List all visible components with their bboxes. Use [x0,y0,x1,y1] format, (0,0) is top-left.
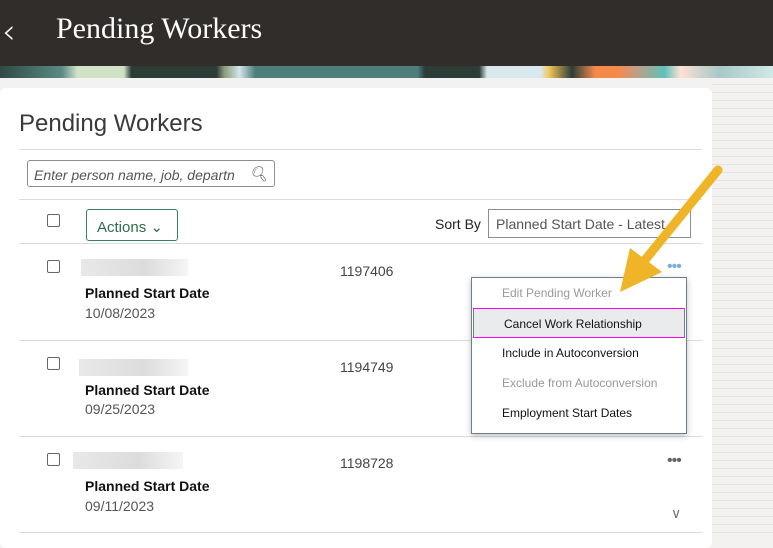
redacted-name [81,259,188,276]
chevron-down-icon[interactable]: ∨ [671,505,681,522]
search-placeholder: Enter person name, job, departn [34,167,235,183]
app-header: ‹ Pending Workers [0,0,773,66]
menu-item-employment-start-dates[interactable]: Employment Start Dates [472,398,686,428]
planned-start-date: 09/25/2023 [85,401,156,417]
divider [19,149,702,150]
annotation-arrow-icon [620,165,723,292]
more-options-icon[interactable]: ••• [667,452,682,470]
row-checkbox[interactable] [47,453,60,466]
panel-heading: Pending Workers [19,110,203,137]
background-pattern [712,78,773,540]
search-icon[interactable]: 🔍︎ [249,165,268,183]
person-number: 1197406 [340,263,394,279]
person-number: 1198728 [340,455,394,471]
date-label: Planned Start Date [85,478,210,494]
divider [19,243,702,244]
row-checkbox[interactable] [47,260,60,273]
actions-button[interactable]: Actions ⌄ [86,209,178,241]
row-actions-menu: Edit Pending Worker Cancel Work Relation… [471,277,687,434]
divider [19,199,702,200]
menu-item-exclude-from-autoconversion[interactable]: Exclude from Autoconversion [472,368,686,398]
person-number: 1194749 [340,359,394,375]
menu-item-include-in-autoconversion[interactable]: Include in Autoconversion [472,338,686,368]
redacted-name [79,359,188,376]
redacted-name [73,452,183,469]
row-checkbox[interactable] [47,357,60,370]
chevron-down-icon: ⌄ [150,219,163,236]
search-input[interactable]: Enter person name, job, departn 🔍︎ [27,160,275,187]
menu-item-cancel-work-relationship[interactable]: Cancel Work Relationship [473,308,685,338]
date-label: Planned Start Date [85,285,210,301]
planned-start-date: 10/08/2023 [85,305,156,321]
page-title: Pending Workers [56,12,263,45]
date-label: Planned Start Date [85,382,210,398]
sort-by-label: Sort By [435,216,481,232]
divider [19,436,702,437]
planned-start-date: 09/11/2023 [85,498,155,514]
divider [19,532,702,533]
decorative-banner [0,66,773,78]
back-chevron-icon[interactable]: ‹ [2,12,16,52]
select-all-checkbox[interactable] [47,214,60,227]
actions-label: Actions [97,219,147,236]
